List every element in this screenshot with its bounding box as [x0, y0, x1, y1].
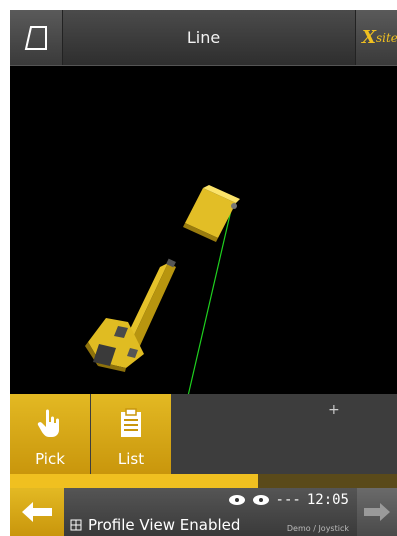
- xsite-logo[interactable]: Xsite: [355, 10, 397, 65]
- clock: 12:05: [306, 492, 349, 508]
- pick-button[interactable]: Pick: [10, 394, 90, 474]
- gnss-antenna-icon: [228, 495, 245, 505]
- excavator-bucket: [183, 185, 240, 242]
- status-message: Profile View Enabled: [70, 516, 240, 534]
- app-frame: Line Xsite Pick List + --- 12:05 Profile…: [10, 10, 397, 536]
- forward-button[interactable]: [357, 488, 397, 536]
- header-bar: Line Xsite: [10, 10, 397, 66]
- status-indicators: --- 12:05: [228, 492, 349, 508]
- link-indicator: ---: [275, 492, 301, 508]
- scene-canvas: [85, 185, 240, 397]
- status-message-text: Profile View Enabled: [88, 516, 241, 534]
- status-bar: --- 12:05 Profile View Enabled Demo / Jo…: [10, 488, 397, 536]
- bottom-toolbar: Pick List +: [10, 394, 397, 474]
- machine-3d-viewport[interactable]: [10, 66, 397, 397]
- arrow-right-icon: [364, 503, 390, 521]
- operation-mode: Demo / Joystick: [286, 524, 349, 533]
- profile-view-icon: [70, 519, 82, 531]
- crosshair-cursor-icon: +: [328, 402, 340, 418]
- progress-fill: [10, 474, 258, 488]
- back-button[interactable]: [10, 488, 64, 536]
- arrow-left-icon: [22, 502, 52, 522]
- list-label: List: [117, 450, 145, 468]
- pick-label: Pick: [35, 450, 65, 468]
- clipboard-list-icon: [121, 408, 141, 437]
- perspective-view-button[interactable]: [10, 10, 63, 65]
- page-title: Line: [186, 28, 221, 47]
- hand-pointer-icon: [37, 409, 59, 437]
- progress-bar: [10, 474, 397, 488]
- status-panel: --- 12:05 Profile View Enabled Demo / Jo…: [64, 488, 357, 536]
- perspective-plane-icon: [24, 25, 47, 50]
- gnss-receiver-icon: [252, 495, 269, 505]
- list-button[interactable]: List: [91, 394, 171, 474]
